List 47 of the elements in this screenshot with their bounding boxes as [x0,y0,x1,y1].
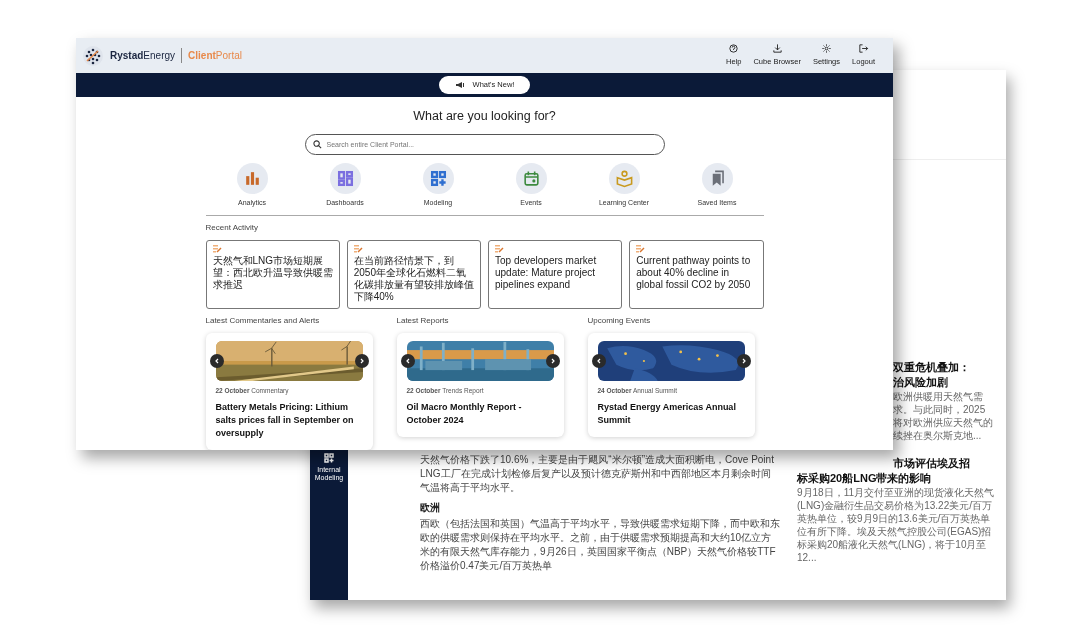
activity-card[interactable]: 天然气和LNG市场短期展望：西北欧升温导致供暖需求推迟 [205,240,340,310]
article-summary: 求。与此同时，2025 [892,403,987,416]
article-title: 市场评估埃及招 [892,456,971,471]
article-title: 双重危机叠加： [892,360,971,375]
section-heading: 欧洲 [420,501,441,515]
edit-note-icon [636,245,646,254]
article-summary: 续挫在奥尔斯克地... [892,429,983,442]
chevron-left-icon [213,358,220,365]
page-heading: What are you looking for? [412,108,557,125]
article-summary: 欧洲供暖用天然气需 [892,390,984,403]
chevron-right-icon [740,358,747,365]
previous-button[interactable] [400,354,415,369]
section-title: Recent Activity [205,222,259,235]
edit-note-icon [212,245,222,254]
grid-plus-icon [323,452,335,464]
article-title: 标采购20船LNG带来的影响 [797,471,933,486]
logo-icon [82,44,104,67]
logout-icon [858,43,869,55]
chevron-right-icon [358,358,365,365]
section-title: Latest Commentaries and Alerts [205,315,321,328]
activity-card[interactable]: Top developers market update: Mature project pipelines expand [488,240,623,310]
section-title: Latest Reports [396,315,450,328]
previous-button[interactable] [591,354,606,369]
search-icon [312,139,322,149]
download-icon [771,43,783,55]
edit-note-icon [353,245,363,254]
article-summary: 9月18日，11月交付至亚洲的现货液化天然气(LNG)金融衍生品交易价格为13.22美元/百万英热单位，较9月9日的13.6美元/百万英热单位有所下降。埃及天然气控股公司(EGAS)招标采购20船液化天然气(LNG)，将于10月至12... [797,486,996,564]
card-title[interactable]: Rystad Energy Americas Annual Summit [597,401,745,427]
megaphone-icon [454,81,465,89]
section-title: Upcoming Events [587,315,652,328]
card-title[interactable]: Battery Metals Pricing: Lithium salts prices fall in September on oversupply [215,401,363,440]
activity-card[interactable]: Current pathway points to about 40% decline in global fossil CO2 by 2050 [629,240,764,310]
paragraph: 天然气价格下跌了10.6%，主要是由于飓风“米尔顿”造成大面积断电，Cove Point LNG工厂在完成计划检修后复产以及预计德克萨斯州和中西部地区本月剩余时间气温将高于平均水平。 [420,453,775,495]
chevron-left-icon [404,358,411,365]
article-title: 治风险加剧 [892,375,949,390]
paragraph: 西欧（包括法国和英国）气温高于平均水平，导致供暖需求短期下降，而中欧和东欧的供暖需求则保持在平均水平。之前，由于供暖需求预期提高和大约10亿立方米的有限天然气库存能力，9月26日，英国国家平衡点（NBP）天然气价格较TTF价格溢价0.47美元/百万英热单 [420,517,780,573]
edit-note-icon [495,245,504,254]
company-name: RystadEnergy [110,49,176,63]
activity-card[interactable]: 在当前路径情景下，到2050年全球化石燃料二氧化碳排放量有望较排放峰值下降40% [346,240,481,310]
settings-icon [821,43,832,55]
card-title[interactable]: Oil Macro Monthly Report - October 2024 [406,401,554,427]
chevron-left-icon [595,358,602,365]
product-name: ClientPortal [181,48,242,63]
help-icon [728,43,740,55]
chevron-right-icon [549,358,556,365]
previous-button[interactable] [209,354,224,369]
article-summary: 将对欧洲供应天然气的 [892,416,994,429]
